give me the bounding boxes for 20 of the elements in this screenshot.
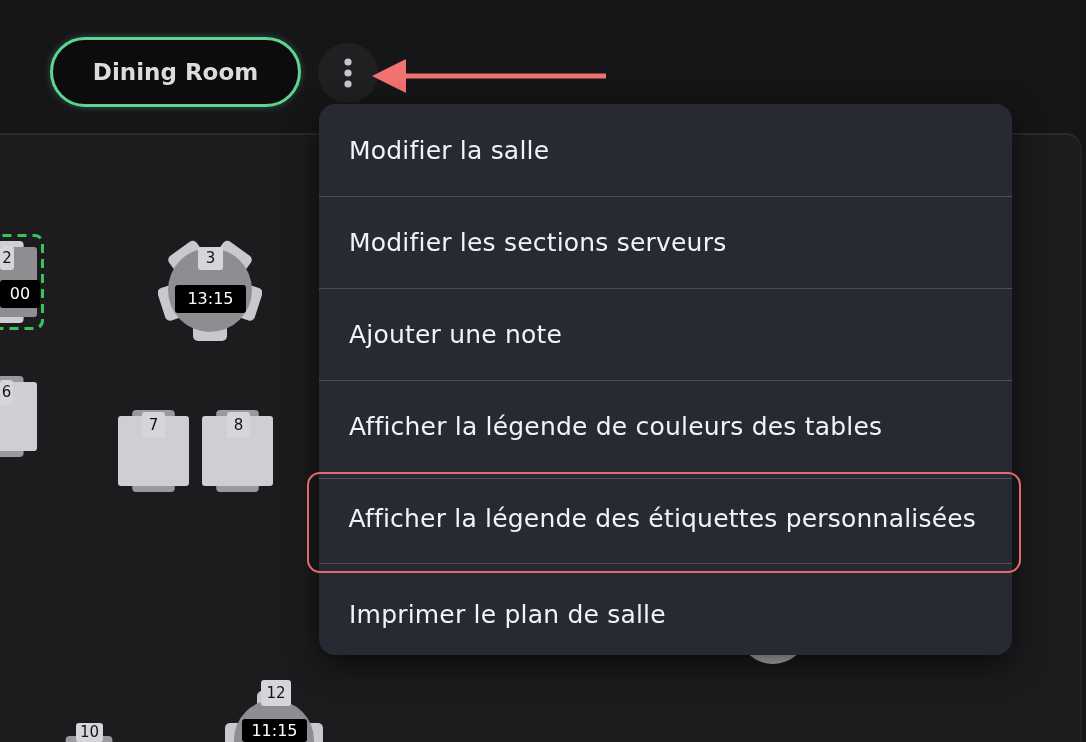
- square-table[interactable]: [0, 376, 37, 457]
- table-number: 6: [0, 380, 13, 405]
- menu-item[interactable]: Modifier la salle: [319, 104, 1012, 196]
- table-time: 11:15: [242, 719, 307, 742]
- menu-item[interactable]: Imprimer le plan de salle: [319, 573, 1012, 655]
- square-table[interactable]: [118, 410, 189, 492]
- table-number: 2: [0, 246, 14, 270]
- table-number: 7: [142, 412, 165, 438]
- table-time: 00: [0, 280, 40, 308]
- table-number: 10: [76, 723, 103, 742]
- table-number: 12: [261, 680, 291, 706]
- room-selector-button[interactable]: Dining Room: [50, 37, 301, 107]
- table-number: 3: [198, 247, 223, 270]
- square-table[interactable]: [202, 410, 273, 492]
- menu-item[interactable]: Ajouter une note: [319, 288, 1012, 380]
- table-number: 8: [227, 412, 250, 438]
- table-time: 13:15: [175, 285, 246, 313]
- menu-item[interactable]: Modifier les sections serveurs: [319, 196, 1012, 288]
- vertical-dots-icon: [344, 58, 352, 88]
- menu-item[interactable]: Afficher la légende des étiquettes personnalisées: [307, 472, 1021, 573]
